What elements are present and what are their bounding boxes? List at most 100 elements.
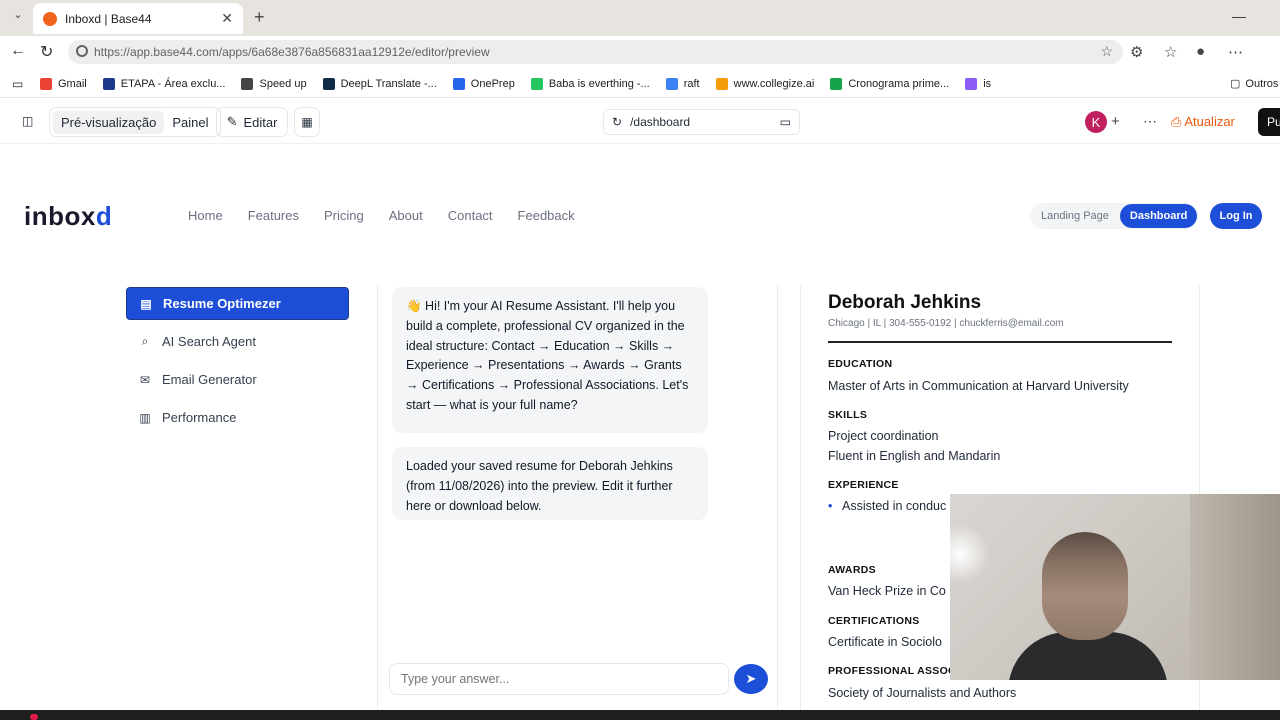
bookmark-item[interactable]: OnePrep — [452, 77, 515, 90]
base44-favicon-icon — [43, 11, 57, 26]
sidebar-item-resume-optimezer[interactable]: ▤ Resume Optimezer — [126, 287, 349, 320]
webcam-light — [950, 524, 990, 584]
nav-link-pricing[interactable]: Pricing — [324, 208, 364, 223]
panel-toggle-icon[interactable]: ◫ — [22, 114, 33, 128]
bookmark-item[interactable]: Baba is everthing -... — [530, 77, 650, 90]
browser-tab[interactable]: Inboxd | Base44 ✕ — [33, 3, 243, 34]
address-bar-row: ← ↻ https://app.base44.com/apps/6a68e387… — [0, 36, 1280, 68]
bookmark-label: Speed up — [259, 77, 307, 90]
favorites-icon[interactable]: ☆ — [1164, 43, 1177, 61]
sidebar-item-performance[interactable]: ▥ Performance — [126, 401, 349, 434]
bookmark-item[interactable]: ETAPA - Área exclu... — [102, 77, 225, 90]
folder-icon: ▢ — [1230, 78, 1241, 90]
landing-page-toggle[interactable]: Landing Page — [1030, 210, 1120, 222]
new-tab-icon[interactable]: + — [254, 7, 265, 28]
route-selector[interactable]: ↻ /dashboard ▭ — [603, 109, 800, 135]
inboxd-logo[interactable]: inboxd — [24, 201, 112, 232]
view-mode-toggle: Pré-visualização Painel — [49, 107, 221, 137]
bookmark-star-icon[interactable]: ☆ — [1100, 43, 1113, 60]
bookmark-label: Baba is everthing -... — [548, 77, 650, 90]
update-icon: ⎙ — [1171, 114, 1182, 129]
bookmark-item[interactable]: DeepL Translate -... — [322, 77, 437, 90]
other-bookmarks[interactable]: ▢ Outros — [1230, 77, 1279, 91]
browser-tab-bar: ⌄ Inboxd | Base44 ✕ + — — [0, 0, 1280, 36]
dashboard-toggle[interactable]: Dashboard — [1119, 204, 1198, 228]
avatar[interactable]: K — [1085, 111, 1107, 133]
bookmark-label: DeepL Translate -... — [340, 77, 437, 90]
sidebar-item-label: AI Search Agent — [162, 334, 256, 349]
bookmark-label: OnePrep — [470, 77, 515, 90]
main-nav: Home Features Pricing About Contact Feedback — [188, 208, 575, 223]
nav-link-contact[interactable]: Contact — [448, 208, 493, 223]
login-button[interactable]: Log In — [1210, 203, 1262, 229]
add-collaborator-icon[interactable]: + — [1111, 113, 1120, 130]
nav-link-home[interactable]: Home — [188, 208, 223, 223]
sidebar-item-email-generator[interactable]: ✉ Email Generator — [126, 363, 349, 396]
bookmark-item[interactable]: Speed up — [241, 77, 307, 90]
bookmark-item[interactable]: www.collegize.ai — [715, 77, 814, 90]
chat-panel: 👋 Hi! I'm your AI Resume Assistant. I'll… — [377, 285, 778, 710]
menu-dots-icon[interactable]: ⋯ — [1228, 43, 1243, 61]
bookmark-label: raft — [683, 77, 700, 90]
send-button[interactable]: ➤ — [734, 664, 768, 694]
update-button[interactable]: ⎙ Atualizar — [1171, 114, 1235, 130]
bookmark-favicon-icon — [965, 77, 978, 90]
site-info-icon[interactable] — [76, 45, 88, 57]
mail-icon: ✉ — [139, 372, 151, 387]
bookmark-favicon-icon — [452, 77, 465, 90]
bar-chart-icon: ▥ — [139, 410, 151, 425]
webcam-person-head — [1042, 532, 1128, 640]
bookmark-item[interactable]: Cronograma prime... — [830, 77, 950, 90]
nav-link-features[interactable]: Features — [248, 208, 299, 223]
more-options-icon[interactable]: ⋯ — [1143, 113, 1157, 130]
bookmark-item[interactable]: raft — [665, 77, 700, 90]
edit-button[interactable]: ✎ Editar — [216, 107, 288, 137]
bullet-dot: • — [828, 499, 833, 513]
wand-icon: ✎ — [226, 114, 238, 129]
route-text: /dashboard — [630, 115, 691, 129]
grid-icon[interactable]: ▦ — [294, 107, 320, 137]
close-tab-icon[interactable]: ✕ — [221, 10, 233, 27]
webcam-background — [1190, 494, 1280, 680]
nav-link-about[interactable]: About — [389, 208, 423, 223]
sidebar-toggle-icon[interactable]: ▭ — [12, 77, 24, 91]
page-toggle: Landing Page Dashboard — [1030, 203, 1198, 229]
sidebar-item-ai-search-agent[interactable]: ⌕ AI Search Agent — [126, 325, 349, 358]
extensions-icon[interactable]: ⚙ — [1130, 43, 1143, 61]
chat-input[interactable] — [389, 663, 729, 695]
bookmark-label: Cronograma prime... — [848, 77, 950, 90]
recording-indicator-icon — [30, 714, 38, 720]
associations-heading: PROFESSIONAL ASSOC — [828, 665, 956, 677]
bookmark-item[interactable]: Gmail — [40, 77, 87, 90]
sidebar-item-label: Resume Optimezer — [163, 296, 281, 311]
sidebar-item-label: Email Generator — [162, 372, 257, 387]
preview-tab[interactable]: Pré-visualização — [53, 110, 165, 134]
minimize-icon[interactable]: — — [1232, 8, 1246, 24]
nav-link-feedback[interactable]: Feedback — [518, 208, 575, 223]
tab-search-icon[interactable]: ⌄ — [8, 8, 28, 28]
back-icon[interactable]: ← — [10, 42, 26, 60]
bookmark-favicon-icon — [102, 77, 115, 90]
url-text: https://app.base44.com/apps/6a68e3876a85… — [94, 45, 490, 59]
logo-text: inbox — [24, 201, 96, 231]
awards-entry: Van Heck Prize in Co — [828, 584, 946, 598]
publish-button[interactable]: Pu — [1258, 108, 1280, 136]
bookmark-favicon-icon — [665, 77, 678, 90]
profile-icon[interactable]: ● — [1196, 43, 1205, 60]
resume-name: Deborah Jehkins — [828, 292, 982, 313]
bookmark-favicon-icon — [830, 77, 843, 90]
refresh-icon[interactable]: ↻ — [612, 115, 622, 129]
other-bookmarks-label: Outros — [1245, 77, 1279, 90]
panel-tab[interactable]: Painel — [164, 111, 216, 134]
bookmark-favicon-icon — [715, 77, 728, 90]
send-icon: ➤ — [745, 671, 757, 686]
device-icon[interactable]: ▭ — [780, 115, 791, 129]
logo-accent: d — [95, 201, 113, 231]
reload-icon[interactable]: ↻ — [40, 42, 53, 62]
document-icon: ▤ — [140, 296, 152, 311]
url-field[interactable]: https://app.base44.com/apps/6a68e3876a85… — [68, 40, 1123, 64]
bookmark-item[interactable]: is — [965, 77, 991, 90]
bookmark-favicon-icon — [530, 77, 543, 90]
experience-heading: EXPERIENCE — [828, 479, 899, 491]
taskbar-strip — [0, 710, 1280, 720]
